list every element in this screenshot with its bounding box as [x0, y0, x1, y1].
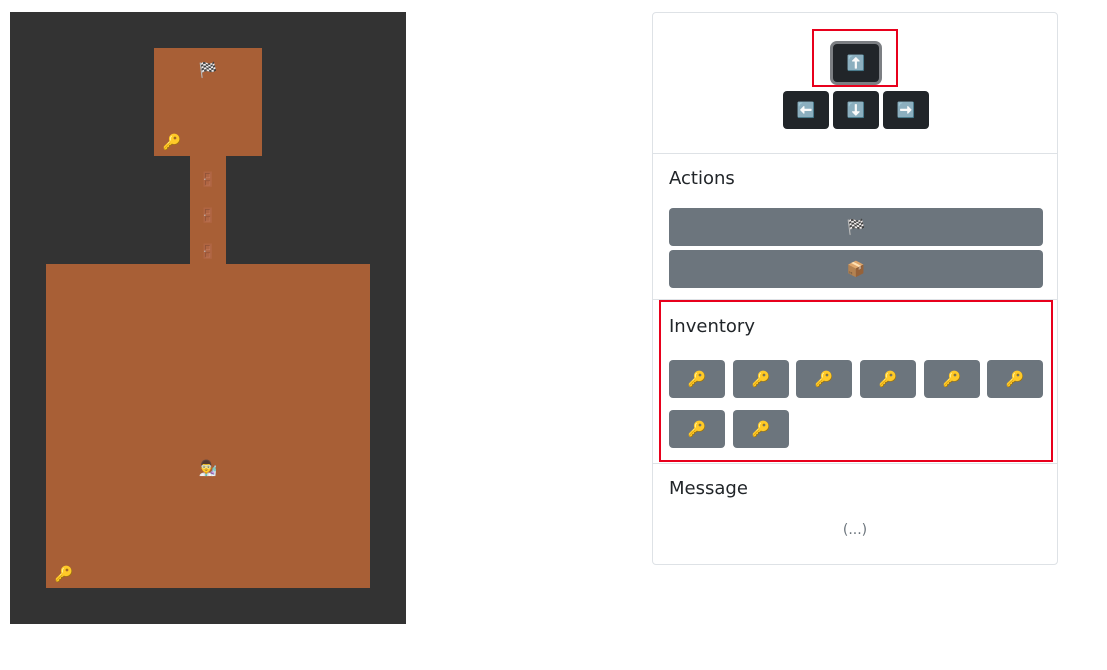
inventory-key-button[interactable]: 🔑 [669, 360, 725, 398]
message-title: Message [669, 478, 748, 499]
key-icon: 🔑 [878, 371, 898, 388]
goal-action-button[interactable]: 🏁 [669, 208, 1043, 246]
inventory-key-button[interactable]: 🔑 [860, 360, 916, 398]
actions-section: Actions 🏁 📦 [653, 153, 1057, 300]
inventory-key-button[interactable]: 🔑 [733, 410, 789, 448]
actions-title: Actions [669, 168, 735, 189]
door-icon: 🚪 [199, 172, 217, 188]
key-icon: 🔑 [751, 371, 771, 388]
inventory-key-button[interactable]: 🔑 [924, 360, 980, 398]
move-right-button[interactable]: ➡️ [883, 91, 929, 129]
key-icon: 🔑 [751, 421, 771, 438]
package-icon: 📦 [846, 261, 866, 278]
move-up-button[interactable]: ⬆️ [833, 44, 879, 82]
box-action-button[interactable]: 📦 [669, 250, 1043, 288]
move-left-button[interactable]: ⬅️ [783, 91, 829, 129]
goal-flag-icon: 🏁 [846, 219, 866, 236]
inventory-key-button[interactable]: 🔑 [796, 360, 852, 398]
main-room-floor [46, 264, 370, 588]
inventory-title: Inventory [669, 316, 755, 337]
key-icon: 🔑 [687, 371, 707, 388]
game-map: 🏁 🔑 🚪 🚪 🚪 👨‍🔬 🔑 [10, 12, 406, 624]
message-text: (...) [842, 522, 868, 538]
key-icon: 🔑 [687, 421, 707, 438]
player-icon: 👨‍🔬 [198, 458, 218, 477]
key-icon: 🔑 [1005, 371, 1025, 388]
inventory-key-button[interactable]: 🔑 [987, 360, 1043, 398]
movement-controls: ⬆️ ⬅️ ⬇️ ➡️ [653, 13, 1057, 153]
key-icon: 🔑 [942, 371, 962, 388]
goal-flag-icon: 🏁 [198, 60, 218, 79]
control-panel: ⬆️ ⬅️ ⬇️ ➡️ Actions 🏁 📦 Inventory 🔑 🔑 🔑 … [652, 12, 1058, 565]
inventory-key-button[interactable]: 🔑 [733, 360, 789, 398]
key-icon: 🔑 [814, 371, 834, 388]
inventory-key-button[interactable]: 🔑 [669, 410, 725, 448]
door-icon: 🚪 [199, 244, 217, 260]
door-icon: 🚪 [199, 208, 217, 224]
inventory-section: Inventory 🔑 🔑 🔑 🔑 🔑 🔑 🔑 🔑 [653, 299, 1057, 464]
move-down-button[interactable]: ⬇️ [833, 91, 879, 129]
key-icon: 🔑 [54, 564, 74, 583]
message-section: Message (...) [653, 463, 1057, 566]
key-icon: 🔑 [162, 132, 182, 151]
